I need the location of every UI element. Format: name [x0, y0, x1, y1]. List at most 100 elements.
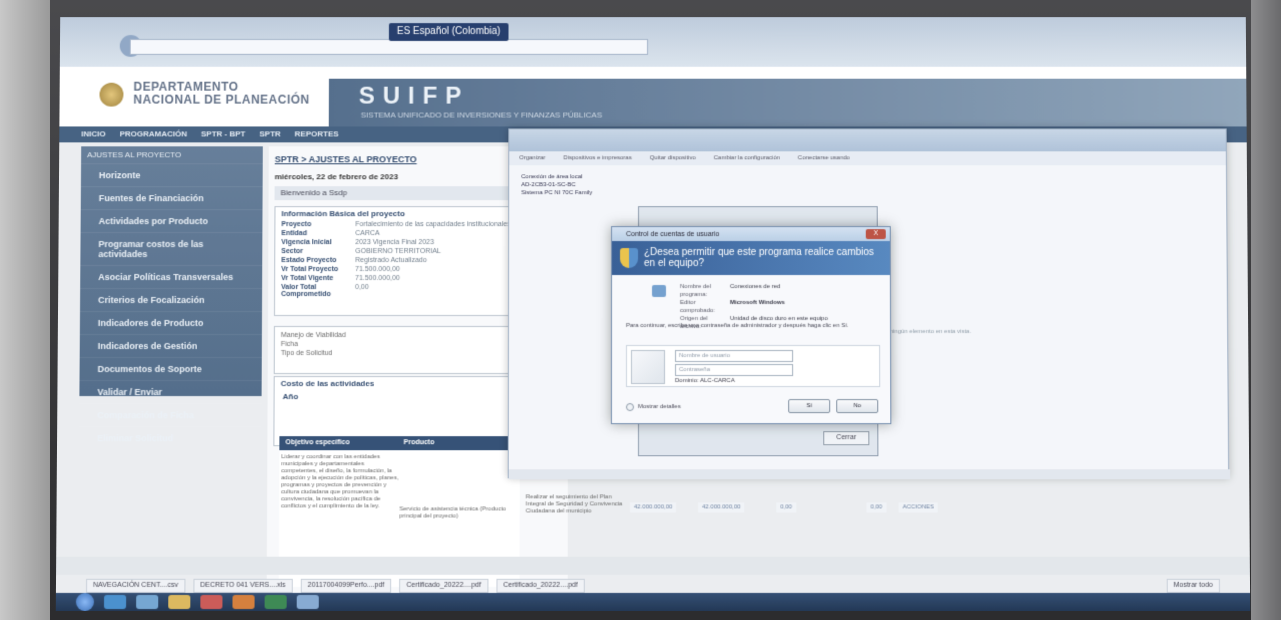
field-value: Microsoft Windows [729, 300, 785, 307]
media-icon[interactable] [136, 594, 159, 610]
field-value: Conexiones de red [729, 284, 781, 291]
address-bar[interactable] [129, 38, 649, 55]
sidebar-header: AJUSTES AL PROYECTO [87, 150, 182, 160]
yes-button[interactable]: Sí [788, 399, 831, 414]
uac-title: Control de cuentas de usuario [626, 230, 720, 238]
show-details-label: Mostrar detalles [637, 404, 681, 411]
chrome-icon[interactable] [200, 594, 223, 610]
toolbar-item[interactable]: Organizar [519, 151, 545, 165]
show-details-toggle[interactable]: Mostrar detalles [625, 403, 681, 412]
toolbar-item[interactable]: Conectarse usando [798, 151, 850, 165]
info-value: 71.500.000,00 [355, 275, 400, 283]
activity-cell: Realizar el seguimiento del Plan Integra… [525, 494, 623, 515]
ie-icon[interactable] [103, 594, 127, 610]
folder-icon[interactable] [168, 594, 191, 610]
sidebar-item[interactable]: Horizonte [80, 163, 263, 187]
chevron-down-icon [625, 403, 634, 412]
info-value: Fortalecimiento de las capacidades insti… [355, 221, 511, 229]
download-item[interactable]: Certificado_20222....pdf [399, 578, 489, 593]
menu-item[interactable]: SPTR [259, 126, 280, 142]
value-cell: ACCIONES [898, 502, 939, 513]
field-key: Editor comprobado: [679, 300, 716, 314]
download-item[interactable]: Certificado_20222....pdf [496, 578, 585, 593]
browser-status-bar [56, 556, 1250, 575]
sidebar-item[interactable]: Validar / Enviar [79, 380, 262, 404]
info-value: 0,00 [355, 284, 369, 292]
uac-titlebar: Control de cuentas de usuario [612, 227, 890, 242]
info-key: Estado Proyecto [281, 257, 337, 265]
org-name: DEPARTAMENTO NACIONAL DE PLANEACIÓN [133, 80, 310, 107]
excel-icon[interactable] [264, 594, 287, 610]
uac-dialog: Control de cuentas de usuario X ¿Desea p… [610, 226, 892, 425]
product-cell: Servicio de asistencia técnica (Producto… [399, 506, 507, 520]
field-key: Nombre del programa: [679, 284, 711, 299]
breadcrumb[interactable]: SPTR > AJUSTES AL PROYECTO [275, 154, 417, 164]
password-field[interactable]: Contraseña [675, 364, 794, 377]
sidebar-item[interactable]: Actividades por Producto [80, 209, 263, 233]
language-bar[interactable]: ES Español (Colombia) [388, 23, 509, 41]
monitor-edge [1251, 0, 1281, 620]
close-icon[interactable]: X [865, 229, 886, 240]
close-button[interactable]: Cerrar [823, 431, 870, 446]
horizontal-scrollbar[interactable] [508, 469, 1231, 480]
sidebar-item[interactable]: Comparación de Ficha [79, 403, 262, 427]
user-picture [630, 350, 666, 385]
network-adapter[interactable]: Conexión de área local AD-2CB3-01-SC-BC … [521, 173, 592, 197]
sidebar-item[interactable]: Programar costos de las actividades [80, 232, 263, 266]
objective-cell: Liderar y coordinar con las entidades mu… [281, 454, 399, 510]
sidebar-item[interactable]: Indicadores de Gestión [79, 334, 262, 358]
downloads-bar: NAVEGACIÓN CENT....csv DECRETO 041 VERS.… [56, 578, 1250, 593]
toolbar-item[interactable]: Dispositivos e impresoras [564, 151, 632, 165]
current-date: miércoles, 22 de febrero de 2023 [274, 172, 399, 182]
network-taskbar-icon[interactable] [296, 594, 319, 610]
info-key: Vigencia Inicial [281, 239, 332, 247]
adapter-line: Sistema PC NI 70C Family [521, 190, 593, 197]
sidebar-item[interactable]: Fuentes de Financiación [80, 186, 263, 210]
toolbar-item[interactable]: Quitar dispositivo [650, 151, 696, 165]
app-subtitle: SISTEMA UNIFICADO DE INVERSIONES Y FINAN… [360, 110, 603, 120]
value-cell: 0,00 [866, 502, 887, 513]
program-info-row: Nombre del programa: Conexiones de red [680, 283, 828, 299]
start-button[interactable] [75, 592, 95, 612]
info-key: Vr Total Proyecto [281, 266, 339, 274]
program-info-row: Editor comprobado: Microsoft Windows [680, 299, 828, 315]
menu-item[interactable]: SPTR - BPT [201, 126, 245, 142]
username-field[interactable]: Nombre de usuario [675, 350, 794, 363]
download-item[interactable]: DECRETO 041 VERS....xls [193, 578, 293, 593]
welcome-banner: Bienvenido a Ssdp [274, 186, 515, 201]
info-value: 2023 Vigencia Final 2023 [355, 239, 435, 247]
sidebar-item[interactable]: Criterios de Focalización [80, 288, 263, 312]
info-value: Registrado Actualizado [355, 257, 427, 265]
toolbar-item[interactable]: Cambiar la configuración [714, 151, 780, 165]
sidebar-item[interactable]: Indicadores de Producto [79, 311, 263, 335]
info-key: Vr Total Vigente [281, 275, 334, 283]
download-item[interactable]: NAVEGACIÓN CENT....csv [86, 578, 186, 593]
info-value: 71.500.000,00 [355, 266, 400, 274]
uac-message: Para continuar, escriba una contraseña d… [625, 322, 849, 330]
app-title: SUIFP [358, 82, 470, 110]
no-button[interactable]: No [836, 399, 879, 414]
menu-item[interactable]: PROGRAMACIÓN [120, 126, 188, 142]
download-item[interactable]: 20117004099Perfo....pdf [300, 578, 392, 593]
menu-item[interactable]: INICIO [81, 126, 106, 142]
org-name-line2: NACIONAL DE PLANEACIÓN [133, 92, 310, 107]
info-key: Proyecto [281, 221, 312, 229]
network-icon [652, 285, 666, 298]
firefox-icon[interactable] [232, 594, 255, 610]
credentials-box: Nombre de usuario Contraseña Dominio: AL… [625, 345, 881, 388]
uac-banner: ¿Desea permitir que este programa realic… [612, 241, 890, 276]
adapter-line: Conexión de área local [521, 174, 583, 181]
info-key: Valor Total Comprometido [281, 284, 331, 299]
monitor-screen: ES Español (Colombia) DEPARTAMENTO NACIO… [55, 17, 1251, 612]
column-header: Producto [403, 439, 435, 447]
menu-item[interactable]: REPORTES [295, 126, 339, 142]
sidebar-item[interactable]: Documentos de Soporte [79, 357, 262, 381]
uac-question: ¿Desea permitir que este programa realic… [644, 247, 874, 270]
sidebar: AJUSTES AL PROYECTO Horizonte Fuentes de… [79, 146, 263, 450]
sidebar-item[interactable]: Eliminar Solicitud [79, 426, 262, 450]
info-value: GOBIERNO TERRITORIAL [355, 248, 441, 256]
show-all-downloads[interactable]: Mostrar todo [1166, 578, 1220, 593]
sidebar-item[interactable]: Asociar Políticas Transversales [80, 265, 263, 289]
language-label: ES Español (Colombia) [396, 26, 501, 37]
info-value: CARCA [355, 230, 380, 238]
